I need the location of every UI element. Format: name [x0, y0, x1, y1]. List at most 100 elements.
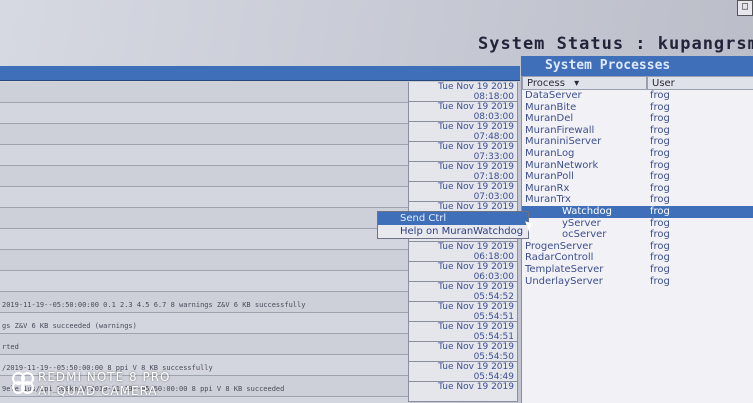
log-date: Tue Nov 19 2019 — [438, 182, 514, 192]
log-row[interactable] — [0, 103, 408, 124]
log-date: Tue Nov 19 2019 — [438, 122, 514, 132]
process-name: RadarControll — [525, 252, 594, 264]
log-row[interactable]: 2019-11-19--05:50:00:00 0.1 2.3 4.5 6.7 … — [0, 292, 408, 313]
context-menu-item[interactable]: Help on MuranWatchdog — [378, 225, 528, 238]
process-user: frog — [650, 217, 670, 229]
process-row[interactable]: UnderlayServer frog — [522, 276, 753, 288]
camera-logo-icon — [12, 372, 34, 396]
process-name: MuranNetwork — [525, 159, 599, 171]
process-row[interactable]: MuranDel frog — [522, 113, 753, 125]
log-time: 06:18:00 — [473, 252, 514, 262]
log-date: Tue Nov 19 2019 — [438, 82, 514, 92]
log-date: Tue Nov 19 2019 — [438, 362, 514, 372]
log-date-cell: Tue Nov 19 2019 07:33:00 — [408, 142, 518, 162]
process-name: MuranBite — [525, 101, 577, 113]
log-row[interactable] — [0, 250, 408, 271]
process-row[interactable]: yServer frog — [522, 218, 753, 230]
process-list: DataServer frog MuranBite frog MuranDel frog M… — [522, 90, 753, 287]
process-row[interactable]: MuranBite frog — [522, 102, 753, 114]
log-row[interactable] — [0, 145, 408, 166]
process-name: MuranDel — [525, 113, 574, 125]
log-row[interactable] — [0, 82, 408, 103]
log-date-cell: Tue Nov 19 2019 06:18:00 — [408, 242, 518, 262]
log-time: 07:33:00 — [473, 152, 514, 162]
log-date: Tue Nov 19 2019 — [438, 382, 514, 392]
process-row[interactable]: RadarControll frog — [522, 252, 753, 264]
log-row[interactable] — [0, 229, 408, 250]
log-row[interactable]: gs Z&V 6 KB succeeded (warnings) — [0, 313, 408, 334]
log-row[interactable] — [0, 271, 408, 292]
process-row[interactable]: ocServer frog — [522, 229, 753, 241]
context-menu: Send Ctrl Help on MuranWatchdog — [377, 211, 529, 239]
process-user: frog — [650, 113, 670, 125]
log-time: 08:03:00 — [473, 112, 514, 122]
log-date-column: Tue Nov 19 2019 08:18:00 Tue Nov 19 2019 08… — [408, 82, 518, 402]
process-name: MuranRx — [525, 182, 570, 194]
log-date-cell: Tue Nov 19 2019 07:03:00 — [408, 182, 518, 202]
process-user: frog — [650, 90, 670, 101]
process-row[interactable]: MuranRx frog — [522, 183, 753, 195]
process-row[interactable]: TemplateServer frog — [522, 264, 753, 276]
log-time: 07:48:00 — [473, 132, 514, 142]
process-user: frog — [650, 147, 670, 159]
process-user: frog — [650, 194, 670, 206]
process-name: MuraniniServer — [525, 136, 602, 148]
log-date: Tue Nov 19 2019 — [438, 282, 514, 292]
processes-panel: Process ▾ User DataServer frog MuranBite fr… — [521, 76, 753, 403]
process-row[interactable]: MuranNetwork frog — [522, 160, 753, 172]
column-header-user[interactable]: User — [647, 76, 753, 90]
log-date-cell: Tue Nov 19 2019 08:18:00 — [408, 82, 518, 102]
process-name: Watchdog — [562, 205, 612, 217]
process-row[interactable]: MuraniniServer frog — [522, 136, 753, 148]
sort-arrow-icon: ▾ — [574, 78, 580, 89]
log-date: Tue Nov 19 2019 — [438, 262, 514, 272]
column-header-process[interactable]: Process ▾ — [522, 76, 647, 90]
process-name: MuranFirewall — [525, 124, 595, 136]
process-user: frog — [650, 240, 670, 252]
process-row[interactable]: MuranPoll frog — [522, 171, 753, 183]
log-date: Tue Nov 19 2019 — [438, 162, 514, 172]
log-row[interactable] — [0, 166, 408, 187]
log-row[interactable] — [0, 187, 408, 208]
context-menu-item[interactable]: Send Ctrl — [378, 212, 528, 225]
process-name: MuranTrx — [525, 194, 571, 206]
log-list: 2019-11-19--05:50:00:00 0.1 2.3 4.5 6.7 … — [0, 82, 408, 403]
process-row[interactable]: MuranTrx frog — [522, 194, 753, 206]
log-time: 05:54:49 — [473, 372, 514, 382]
process-user: frog — [650, 136, 670, 148]
process-row[interactable]: ProgenServer frog — [522, 241, 753, 253]
log-row[interactable] — [0, 208, 408, 229]
log-row[interactable] — [0, 124, 408, 145]
window-corner-button[interactable]: □ — [737, 0, 753, 16]
camera-watermark: REDMI NOTE 8 PRO AI QUAD CAMERA — [12, 370, 171, 398]
log-date-cell: Tue Nov 19 2019 05:54:49 — [408, 362, 518, 382]
process-name: MuranLog — [525, 147, 575, 159]
log-date: Tue Nov 19 2019 — [438, 302, 514, 312]
watermark-line-1: REDMI NOTE 8 PRO — [38, 370, 171, 384]
log-date: Tue Nov 19 2019 — [438, 102, 514, 112]
log-time: 08:18:00 — [473, 92, 514, 102]
processes-header: System Processes — [521, 56, 753, 76]
process-row[interactable]: MuranFirewall frog — [522, 125, 753, 137]
log-date: Tue Nov 19 2019 — [438, 342, 514, 352]
log-row[interactable]: rted — [0, 334, 408, 355]
process-row[interactable]: DataServer frog — [522, 90, 753, 102]
page-title: System Status : kupangrsm — [478, 34, 753, 54]
process-user: frog — [650, 263, 670, 275]
process-user: frog — [650, 252, 670, 264]
column-header-user-label: User — [652, 78, 675, 89]
log-date-cell: Tue Nov 19 2019 07:48:00 — [408, 122, 518, 142]
process-user: frog — [650, 159, 670, 171]
process-user: frog — [650, 275, 670, 287]
process-user: frog — [650, 101, 670, 113]
process-user: frog — [650, 182, 670, 194]
process-row[interactable]: MuranLog frog — [522, 148, 753, 160]
log-date-cell: Tue Nov 19 2019 05:54:51 — [408, 302, 518, 322]
log-time: 05:54:52 — [473, 292, 514, 302]
process-name: yServer — [562, 217, 601, 229]
log-time: 05:54:51 — [473, 332, 514, 342]
screen: □ System Status : kupangrsm 2019-11-19--… — [0, 0, 753, 403]
log-date-cell: Tue Nov 19 2019 06:03:00 — [408, 262, 518, 282]
process-row[interactable]: Watchdog frog — [522, 205, 753, 218]
column-header-process-label: Process — [527, 78, 565, 89]
